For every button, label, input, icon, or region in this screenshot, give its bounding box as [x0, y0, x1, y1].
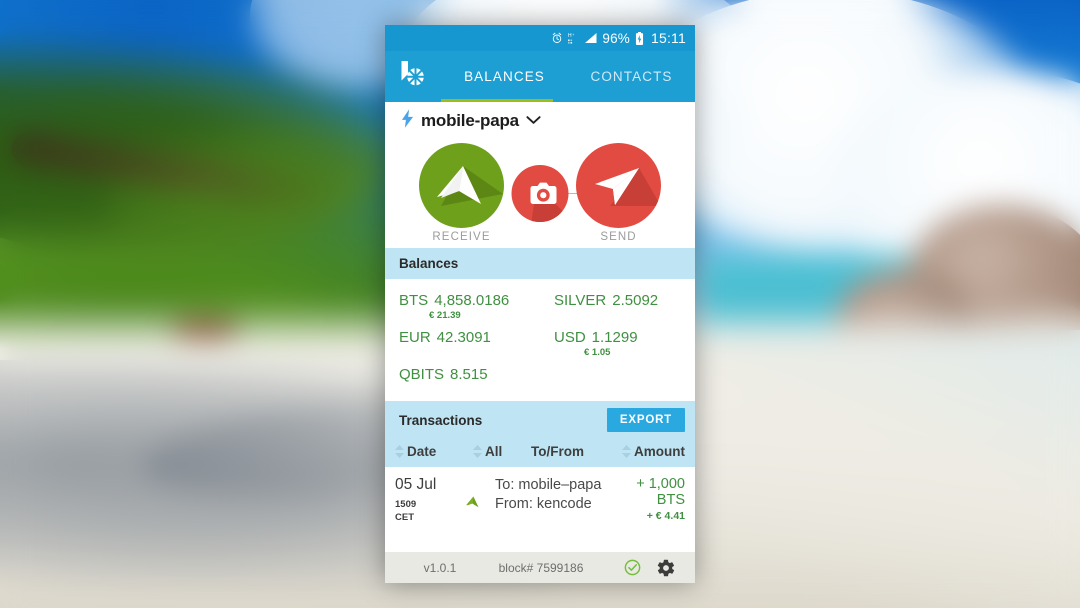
account-selector[interactable]: mobile-papa — [385, 102, 695, 140]
clock-label: 15:11 — [651, 30, 686, 46]
transactions-column-headers: Date All To/From Amount — [385, 439, 695, 467]
balance-symbol: QBITS — [399, 366, 445, 383]
balance-item-usd[interactable]: USD 1.1299 € 1.05 — [540, 329, 695, 358]
balance-amount: 1.1299 — [591, 329, 638, 346]
receive-circle — [419, 143, 504, 228]
hspa-icon: H + — [568, 32, 579, 44]
svg-text:H: H — [568, 33, 572, 39]
balance-amount: 2.5092 — [612, 292, 659, 309]
check-circle-icon[interactable] — [615, 559, 649, 576]
balance-symbol: BTS — [399, 292, 429, 309]
receive-button[interactable]: RECEIVE — [399, 143, 524, 243]
balance-item-qbits[interactable]: QBITS 8.515 — [385, 366, 540, 383]
status-bar: H + 96% 15:11 — [385, 25, 695, 51]
balance-row: BTS 4,858.0186 € 21.39 SILVER 2.5092 — [385, 288, 695, 325]
transaction-from: From: kencode — [495, 495, 592, 512]
sort-arrows-icon[interactable] — [395, 445, 404, 458]
signal-bars-icon — [584, 32, 597, 44]
transaction-direction-icon — [451, 476, 495, 523]
bitshares-logo-icon[interactable] — [385, 60, 441, 94]
balance-symbol: EUR — [399, 329, 431, 346]
column-header-tofrom-label: To/From — [531, 444, 584, 459]
tab-balances[interactable]: BALANCES — [441, 51, 568, 102]
column-header-amount-label: Amount — [634, 444, 685, 459]
sort-arrows-icon[interactable] — [622, 445, 631, 458]
column-header-tofrom[interactable]: To/From — [531, 444, 622, 459]
balance-amount: 8.515 — [450, 366, 488, 383]
transaction-parties: To: mobile–papa From: kencode — [495, 476, 611, 523]
chevron-down-icon[interactable] — [526, 112, 541, 130]
column-header-amount[interactable]: Amount — [622, 444, 685, 459]
paper-plane-receive-icon — [437, 166, 503, 206]
balance-amount: 4,858.0186 — [434, 292, 510, 309]
transaction-time: 1509 — [395, 499, 417, 510]
action-row: RECEIVE SEND — [385, 140, 695, 248]
svg-text:+: + — [573, 33, 575, 37]
balances-list: BTS 4,858.0186 € 21.39 SILVER 2.5092 EUR 42… — [385, 279, 695, 401]
block-height-label: block# 7599186 — [498, 560, 584, 575]
transactions-list[interactable]: 05 Jul 1509 CET To: mobile–papa From: ke… — [385, 467, 695, 552]
column-header-all[interactable]: All — [473, 444, 531, 459]
column-header-date-label: Date — [407, 444, 437, 459]
balance-row: EUR 42.3091 USD 1.1299 € 1.05 — [385, 325, 695, 362]
balance-symbol: SILVER — [554, 292, 607, 309]
table-row[interactable]: 05 Jul 1509 CET To: mobile–papa From: ke… — [385, 467, 695, 523]
column-header-all-label: All — [485, 444, 503, 459]
receive-label: RECEIVE — [432, 231, 491, 243]
transaction-amount-value: + 1,000 — [636, 476, 685, 492]
transaction-timezone: CET — [395, 512, 414, 523]
phone-screen: H + 96% 15:11 BALANCES CONTACTS mobile-p… — [385, 25, 695, 583]
alarm-clock-icon — [551, 32, 563, 44]
send-circle — [576, 143, 661, 228]
app-bar: BALANCES CONTACTS — [385, 51, 695, 102]
battery-percent-label: 96% — [602, 30, 630, 46]
transaction-day: 05 Jul — [395, 476, 437, 493]
transaction-date: 05 Jul 1509 CET — [395, 476, 451, 523]
tab-bar: BALANCES CONTACTS — [441, 51, 695, 102]
balance-item-bts[interactable]: BTS 4,858.0186 € 21.39 — [385, 292, 540, 321]
balance-symbol: USD — [554, 329, 586, 346]
balance-fiat: € 21.39 — [429, 310, 461, 321]
app-version-label: v1.0.1 — [423, 560, 457, 575]
transaction-amount: + 1,000 BTS + € 4.41 — [611, 476, 685, 523]
export-button[interactable]: EXPORT — [606, 408, 685, 432]
status-footer: v1.0.1 block# 7599186 — [385, 552, 695, 583]
transactions-section-header: Transactions EXPORT — [385, 401, 695, 439]
transaction-amount-fiat: + € 4.41 — [646, 510, 685, 522]
balance-item-eur[interactable]: EUR 42.3091 — [385, 329, 540, 358]
column-header-date[interactable]: Date — [395, 444, 473, 459]
transaction-amount-asset: BTS — [656, 492, 685, 508]
balance-fiat: € 1.05 — [584, 347, 611, 358]
balances-section-header: Balances — [385, 248, 695, 279]
account-name-label: mobile-papa — [421, 111, 519, 130]
tab-contacts[interactable]: CONTACTS — [568, 51, 695, 102]
send-button[interactable]: SEND — [556, 143, 681, 243]
balance-row: QBITS 8.515 — [385, 362, 695, 387]
gear-icon[interactable] — [649, 558, 683, 578]
sort-arrows-icon[interactable] — [473, 445, 482, 458]
balance-item-empty — [540, 366, 695, 383]
paper-plane-send-icon — [595, 168, 661, 206]
balance-amount: 42.3091 — [436, 329, 491, 346]
lightning-bolt-icon — [401, 109, 414, 133]
active-tab-underline — [441, 99, 553, 102]
transaction-to: To: mobile–papa — [495, 477, 602, 493]
balance-item-silver[interactable]: SILVER 2.5092 — [540, 292, 695, 321]
battery-icon — [635, 31, 644, 45]
transactions-title: Transactions — [399, 412, 483, 428]
send-label: SEND — [600, 231, 637, 243]
